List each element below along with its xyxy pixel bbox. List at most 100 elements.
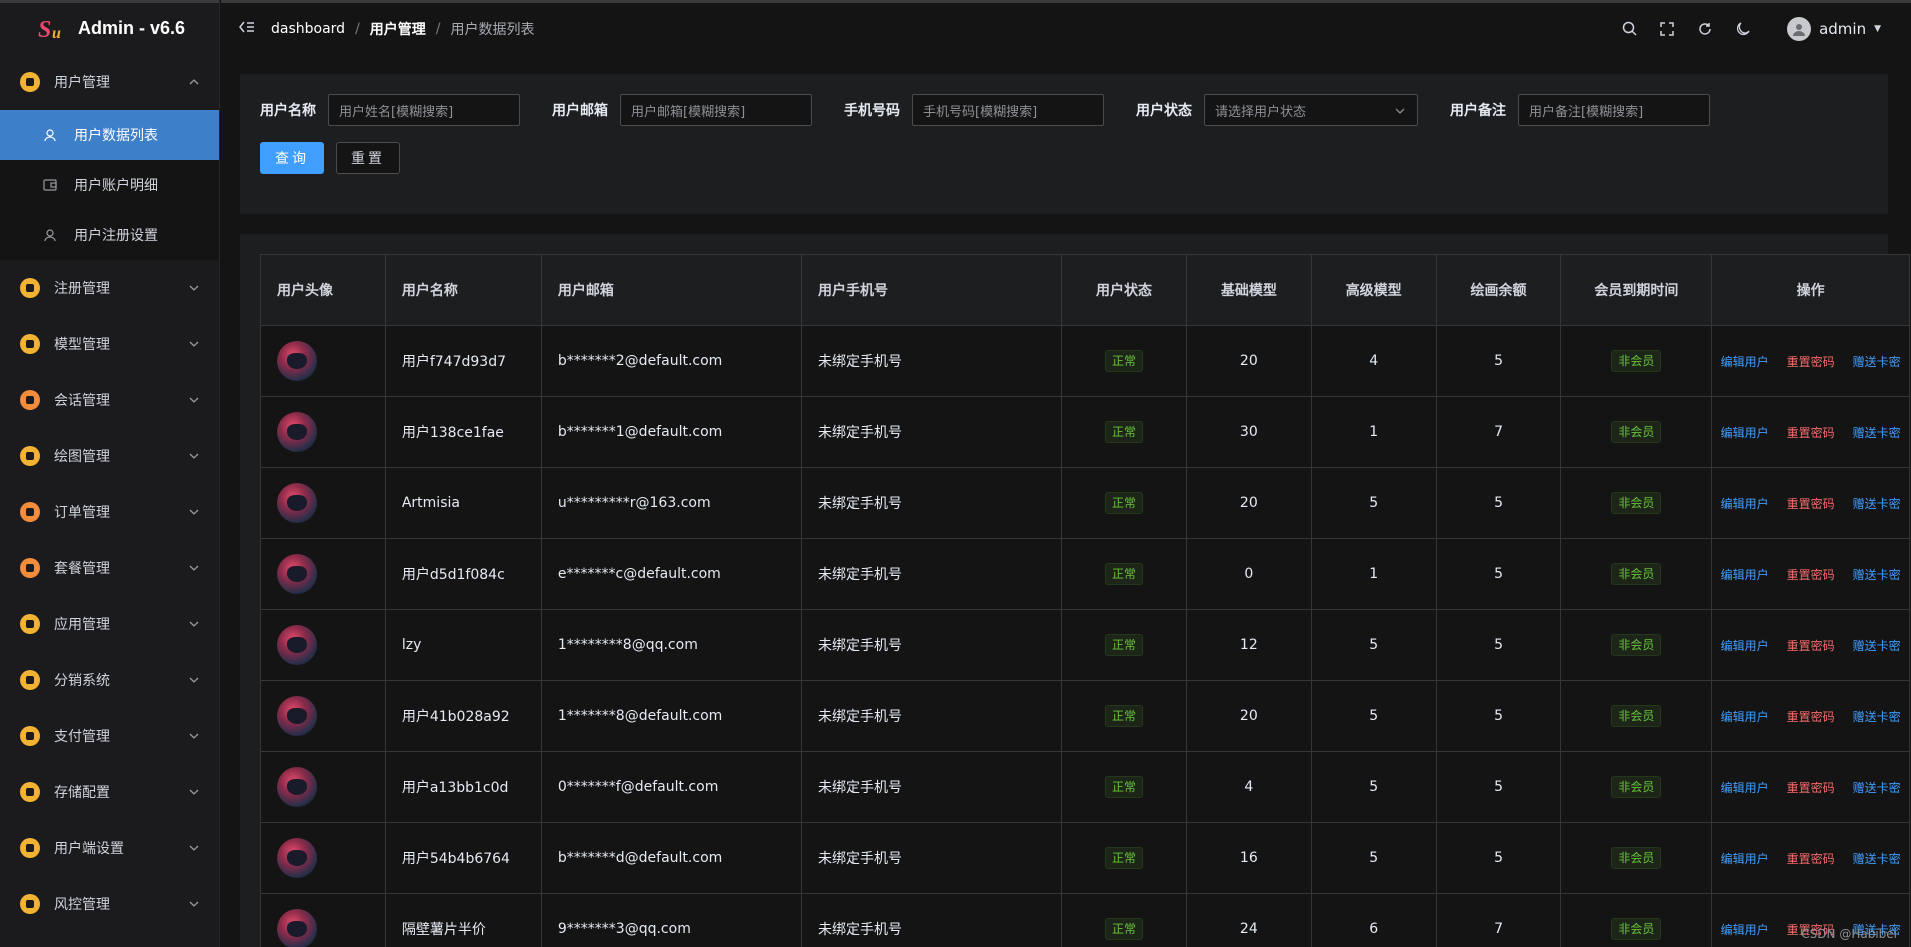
gift-card-link[interactable]: 赠送卡密 — [1853, 424, 1901, 441]
storage-icon — [20, 782, 40, 802]
email-cell: 1********8@qq.com — [540, 609, 802, 681]
avatar — [277, 412, 317, 452]
logo-icon: S u — [38, 17, 61, 42]
chat-icon — [20, 390, 40, 410]
sidebar-group-3[interactable]: 会话管理 — [0, 372, 219, 428]
edit-user-link[interactable]: 编辑用户 — [1721, 850, 1769, 867]
edit-user-link[interactable]: 编辑用户 — [1721, 424, 1769, 441]
sidebar-group-11[interactable]: 用户端设置 — [0, 820, 219, 876]
edit-user-link[interactable]: 编辑用户 — [1721, 779, 1769, 796]
reset-password-link[interactable]: 重置密码 — [1787, 708, 1835, 725]
search-icon[interactable] — [1621, 21, 1637, 37]
edit-user-link[interactable]: 编辑用户 — [1721, 637, 1769, 654]
gift-card-link[interactable]: 赠送卡密 — [1853, 708, 1901, 725]
chevron-down-icon — [189, 675, 199, 685]
username-input[interactable]: 用户姓名[模糊搜索] — [328, 94, 520, 126]
edit-user-link[interactable]: 编辑用户 — [1721, 566, 1769, 583]
status-cell: 正常 — [1061, 680, 1187, 752]
user-menu[interactable]: admin ▼ — [1787, 16, 1881, 41]
username-cell: 用户138ce1fae — [384, 396, 542, 468]
sidebar-group-6[interactable]: 套餐管理 — [0, 540, 219, 596]
phone-cell: 未绑定手机号 — [800, 680, 1063, 752]
sidebar-group-label: 绘图管理 — [54, 449, 110, 465]
reset-password-link[interactable]: 重置密码 — [1787, 779, 1835, 796]
username: admin — [1819, 19, 1867, 38]
member-badge: 非会员 — [1611, 563, 1662, 585]
sidebar-group-5[interactable]: 订单管理 — [0, 484, 219, 540]
breadcrumb: dashboard / 用户管理 / 用户数据列表 — [271, 19, 535, 39]
phone-cell: 未绑定手机号 — [800, 325, 1063, 397]
reset-button[interactable]: 重置 — [336, 142, 400, 174]
gift-card-link[interactable]: 赠送卡密 — [1853, 566, 1901, 583]
sidebar-group-10[interactable]: 存储配置 — [0, 764, 219, 820]
chevron-down-icon — [189, 619, 199, 629]
sidebar-submenu: 用户数据列表 用户账户明细 用户注册设置 — [0, 110, 219, 260]
reset-password-link[interactable]: 重置密码 — [1787, 566, 1835, 583]
sidebar-subitem-2[interactable]: 用户注册设置 — [0, 210, 219, 260]
gift-card-link[interactable]: 赠送卡密 — [1853, 637, 1901, 654]
gift-card-link[interactable]: 赠送卡密 — [1853, 495, 1901, 512]
status-select[interactable]: 请选择用户状态 — [1204, 94, 1418, 126]
reset-password-link[interactable]: 重置密码 — [1787, 424, 1835, 441]
reset-password-link[interactable]: 重置密码 — [1787, 495, 1835, 512]
edit-user-link[interactable]: 编辑用户 — [1721, 921, 1769, 938]
gift-card-link[interactable]: 赠送卡密 — [1853, 779, 1901, 796]
collapse-sidebar-icon[interactable] — [239, 20, 255, 38]
sidebar-subitem-1[interactable]: 用户账户明细 — [0, 160, 219, 210]
phone-cell: 未绑定手机号 — [800, 396, 1063, 468]
member-badge: 非会员 — [1611, 847, 1662, 869]
sidebar-group-8[interactable]: 分销系统 — [0, 652, 219, 708]
advanced-model-cell: 4 — [1310, 325, 1437, 397]
sidebar-group-9[interactable]: 支付管理 — [0, 708, 219, 764]
remark-input[interactable]: 用户备注[模糊搜索] — [1518, 94, 1710, 126]
sidebar-group-7[interactable]: 应用管理 — [0, 596, 219, 652]
reset-password-link[interactable]: 重置密码 — [1787, 637, 1835, 654]
actions-cell: 编辑用户 重置密码 赠送卡密 — [1711, 396, 1910, 468]
chevron-down-icon — [189, 507, 199, 517]
email-input[interactable]: 用户邮箱[模糊搜索] — [620, 94, 812, 126]
sidebar-group-4[interactable]: 绘图管理 — [0, 428, 219, 484]
member-expiry-cell: 非会员 — [1560, 751, 1713, 823]
sidebar-group-2[interactable]: 模型管理 — [0, 316, 219, 372]
email-cell: e*******c@default.com — [540, 538, 802, 610]
field-phone: 手机号码 手机号码[模糊搜索] — [844, 94, 1104, 126]
email-cell: 1*******8@default.com — [540, 680, 802, 752]
breadcrumb-dashboard[interactable]: dashboard — [271, 21, 345, 37]
sidebar-group-12[interactable]: 风控管理 — [0, 876, 219, 932]
actions-cell: 编辑用户 重置密码 赠送卡密 — [1711, 680, 1910, 752]
gift-card-link[interactable]: 赠送卡密 — [1853, 353, 1901, 370]
fullscreen-icon[interactable] — [1659, 21, 1675, 37]
status-cell: 正常 — [1061, 822, 1187, 894]
column-header: 用户名称 — [384, 254, 542, 326]
table-row: 用户f747d93d7 b*******2@default.com 未绑定手机号 正常… — [260, 325, 1910, 397]
app-logo[interactable]: S u Admin - v6.6 — [0, 0, 219, 54]
refresh-icon[interactable] — [1697, 21, 1713, 37]
reset-password-link[interactable]: 重置密码 — [1787, 850, 1835, 867]
sidebar-group-1[interactable]: 注册管理 — [0, 260, 219, 316]
member-badge: 非会员 — [1611, 776, 1662, 798]
reset-password-link[interactable]: 重置密码 — [1787, 353, 1835, 370]
member-expiry-cell: 非会员 — [1560, 893, 1713, 947]
edit-user-link[interactable]: 编辑用户 — [1721, 353, 1769, 370]
member-expiry-cell: 非会员 — [1560, 822, 1713, 894]
gift-card-link[interactable]: 赠送卡密 — [1853, 850, 1901, 867]
advanced-model-cell: 5 — [1310, 609, 1437, 681]
row-actions: 编辑用户 重置密码 赠送卡密 — [1712, 424, 1909, 441]
advanced-model-cell: 5 — [1310, 751, 1437, 823]
member-badge: 非会员 — [1611, 421, 1662, 443]
edit-user-link[interactable]: 编辑用户 — [1721, 495, 1769, 512]
chevron-down-icon — [189, 731, 199, 741]
table-row: Artmisia u*********r@163.com 未绑定手机号 正常 20 5 5 非… — [260, 467, 1910, 539]
edit-user-link[interactable]: 编辑用户 — [1721, 708, 1769, 725]
sidebar-group-0[interactable]: 用户管理 — [0, 54, 219, 110]
breadcrumb-user-management[interactable]: 用户管理 — [370, 19, 426, 39]
sidebar-subitem-0[interactable]: 用户数据列表 — [0, 110, 219, 160]
username-cell: 用户a13bb1c0d — [384, 751, 542, 823]
phone-input[interactable]: 手机号码[模糊搜索] — [912, 94, 1104, 126]
query-button[interactable]: 查询 — [260, 142, 324, 174]
clipboard-icon — [20, 502, 40, 522]
status-badge: 正常 — [1104, 350, 1143, 372]
sidebar-group-label: 用户端设置 — [54, 841, 124, 857]
dark-mode-icon[interactable] — [1735, 21, 1751, 37]
svg-text:u: u — [52, 25, 61, 42]
